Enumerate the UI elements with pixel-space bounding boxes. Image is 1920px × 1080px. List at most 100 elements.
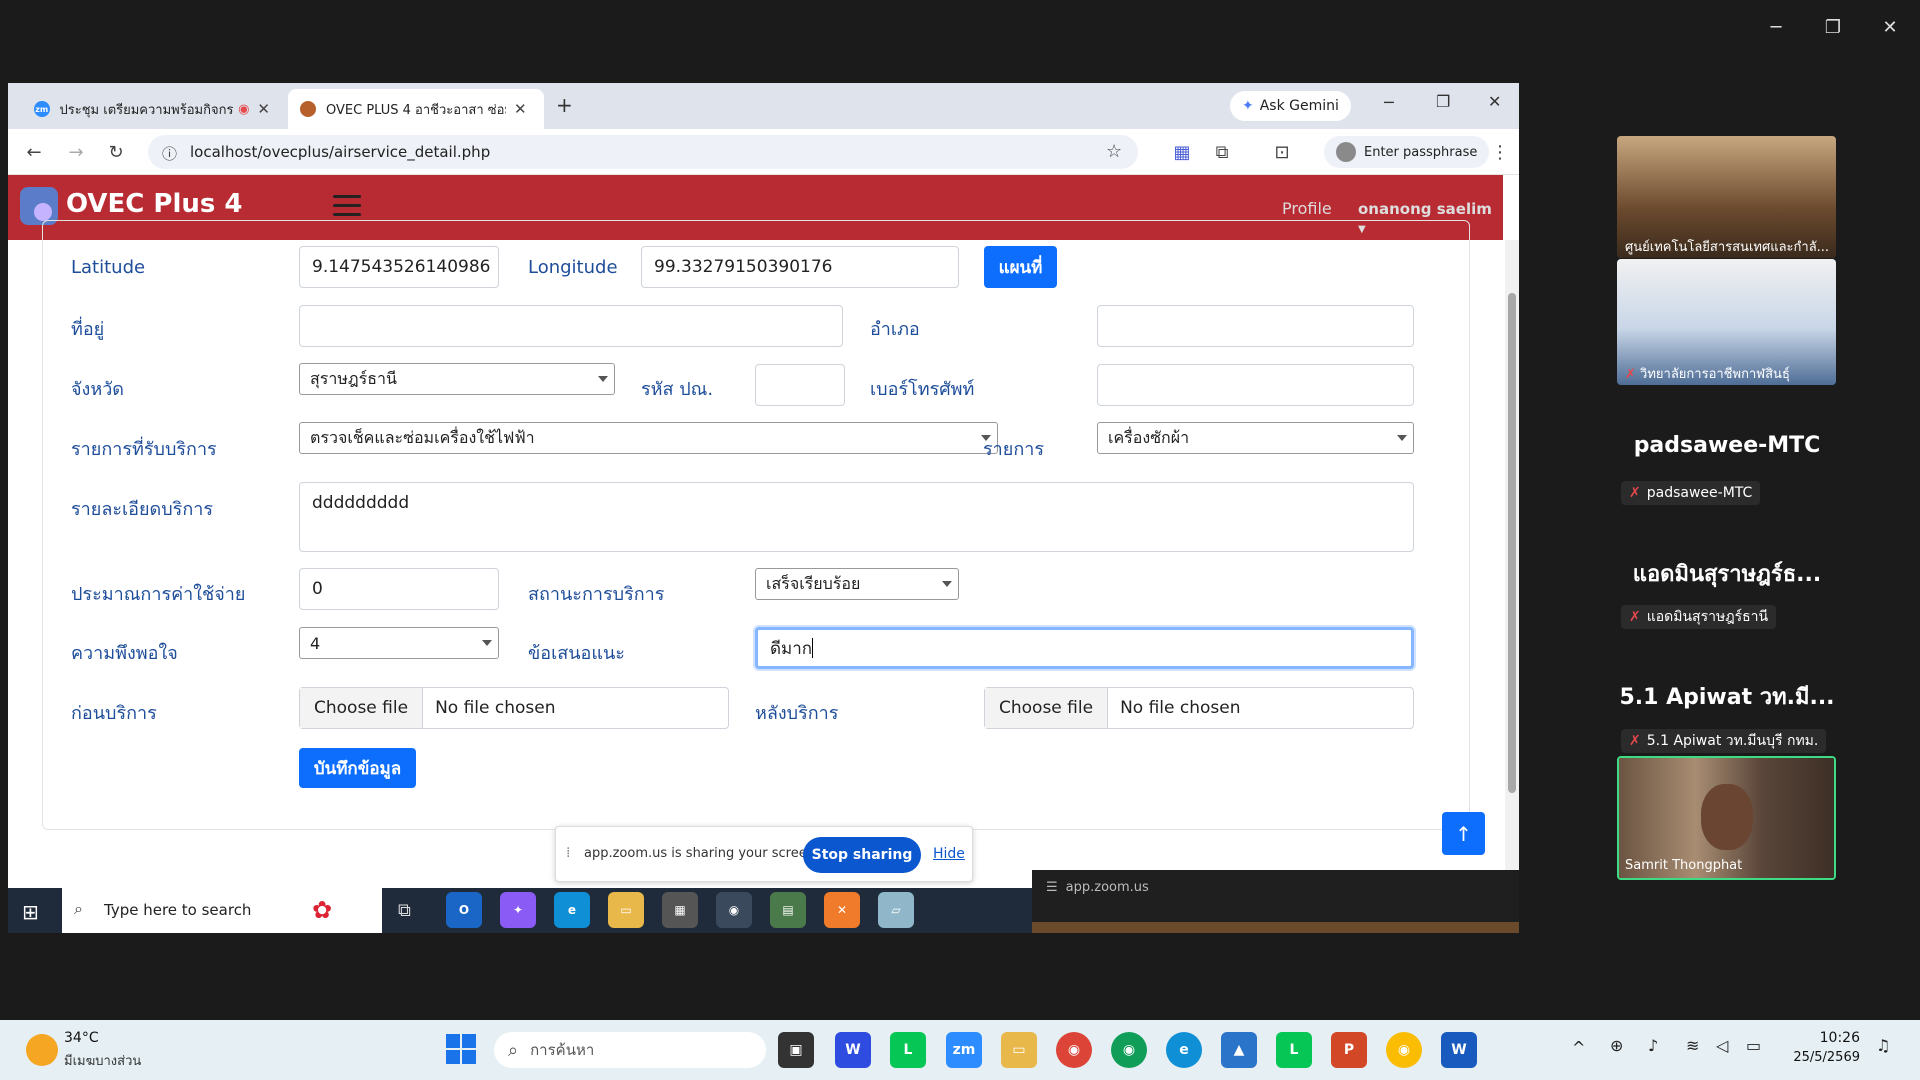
task-view-icon[interactable]: ⧉	[398, 900, 411, 921]
map-button[interactable]: แผนที่	[984, 246, 1057, 288]
photos-icon[interactable]: ▲	[1221, 1032, 1257, 1068]
outlook-icon[interactable]: O	[446, 892, 482, 928]
close-tab-icon[interactable]: ✕	[514, 100, 527, 118]
extension-grid-icon[interactable]: ▦	[1170, 140, 1194, 164]
profile-image-alt[interactable]: Profile	[1282, 199, 1332, 218]
inner-search-box[interactable]: ⌕ Type here to search ✿	[62, 888, 382, 933]
suggestion-input[interactable]: ดีมาก	[755, 627, 1414, 669]
chrome-profile-icon[interactable]: ◉	[1111, 1032, 1147, 1068]
province-select[interactable]: สุราษฎร์ธานี	[299, 363, 615, 395]
stop-sharing-button[interactable]: Stop sharing	[803, 837, 921, 873]
restore-icon[interactable]: ❐	[1813, 10, 1853, 44]
more-menu-icon[interactable]: ⋮	[1488, 140, 1512, 164]
ask-gemini-button[interactable]: ✦ Ask Gemini	[1230, 91, 1351, 121]
word-icon[interactable]: W	[1441, 1032, 1477, 1068]
search-icon: ⌕	[508, 1039, 519, 1061]
phone-input[interactable]	[1097, 364, 1414, 406]
reload-icon[interactable]: ↻	[104, 140, 128, 164]
tab-search-icon[interactable]: ⊡	[1270, 140, 1294, 164]
postal-input[interactable]	[755, 364, 845, 406]
close-tab-icon[interactable]: ✕	[257, 100, 270, 118]
close-icon[interactable]: ✕	[1488, 92, 1501, 111]
new-tab-icon[interactable]: +	[556, 93, 573, 117]
back-to-top-button[interactable]: ↑	[1442, 812, 1485, 855]
minimize-icon[interactable]: ─	[1384, 93, 1394, 112]
postal-label: รหัส ปณ.	[641, 379, 714, 400]
windows-start-icon[interactable]: ⊞	[22, 900, 39, 924]
sliders-icon: ☰	[1046, 880, 1058, 895]
chrome-icon[interactable]: ◉	[1386, 1032, 1422, 1068]
clock-time[interactable]: 10:26	[1802, 1030, 1860, 1046]
save-button[interactable]: บันทึกข้อมูล	[299, 748, 416, 788]
site-brand[interactable]: OVEC Plus 4	[66, 189, 243, 219]
taskbar-search[interactable]: ⌕ การค้นหา	[494, 1032, 766, 1068]
restore-icon[interactable]: ❐	[1436, 92, 1450, 111]
drag-handle-icon[interactable]: ⁞	[566, 845, 570, 861]
passphrase-button[interactable]: Enter passphrase	[1324, 136, 1490, 168]
extensions-puzzle-icon[interactable]: ⧉	[1210, 140, 1234, 164]
video-tile-2[interactable]: ✗ วิทยาลัยการอาชีพกาฬสินธุ์	[1617, 259, 1836, 385]
choose-file-button[interactable]: Choose file	[985, 688, 1109, 728]
address-input[interactable]	[299, 305, 843, 347]
longitude-input[interactable]: 99.33279150390176	[641, 246, 959, 288]
back-icon[interactable]: ←	[22, 140, 46, 164]
minimize-icon[interactable]: ─	[1756, 10, 1796, 44]
weather-icon[interactable]	[26, 1034, 58, 1066]
chrome-icon[interactable]: ◉	[716, 892, 752, 928]
store-icon[interactable]: ▦	[662, 892, 698, 928]
choose-file-button[interactable]: Choose file	[300, 688, 424, 728]
video-tile-1[interactable]: ศูนย์เทคโนโลยีสารสนเทศและกำลั...	[1617, 136, 1836, 258]
line-icon[interactable]: L	[890, 1032, 926, 1068]
edge-icon[interactable]: e	[1166, 1032, 1202, 1068]
battery-icon[interactable]: ▭	[1746, 1036, 1761, 1055]
weather-temp[interactable]: 34°C	[64, 1030, 99, 1046]
cost-input[interactable]: 0	[299, 568, 499, 610]
after-service-label: หลังบริการ	[755, 703, 839, 724]
clock-date[interactable]: 25/5/2569	[1782, 1050, 1860, 1065]
participant-display-name: 5.1 Apiwat วท.มี...	[1619, 685, 1835, 710]
powerpoint-icon[interactable]: P	[1331, 1032, 1367, 1068]
video-tile-active-speaker[interactable]: Samrit Thongphat	[1617, 756, 1836, 880]
forward-icon[interactable]: →	[64, 140, 88, 164]
longitude-label: Longitude	[528, 257, 618, 278]
line-icon[interactable]: L	[1276, 1032, 1312, 1068]
volume-icon[interactable]: ◁	[1716, 1036, 1728, 1055]
hide-link[interactable]: Hide	[933, 846, 965, 862]
status-select[interactable]: เสร็จเรียบร้อย	[755, 568, 959, 600]
gemini-icon: ✦	[1242, 98, 1254, 114]
address-bar[interactable]: ⓘ localhost/ovecplus/airservice_detail.p…	[148, 135, 1138, 169]
xampp-icon[interactable]: ✕	[824, 892, 860, 928]
notepad-icon[interactable]: ▱	[878, 892, 914, 928]
item-select[interactable]: เครื่องซักผ้า	[1097, 422, 1414, 454]
chevron-up-icon[interactable]: ^	[1572, 1038, 1585, 1057]
bookmark-star-icon[interactable]: ☆	[1106, 141, 1122, 162]
tab-ovec[interactable]: OVEC PLUS 4 อาชีวะอาสา ซ่อมได้ ✕	[288, 89, 544, 129]
after-service-file-input[interactable]: Choose file No file chosen	[984, 687, 1414, 729]
app-icon[interactable]: ▤	[770, 892, 806, 928]
satisfaction-label: ความพึงพอใจ	[71, 643, 178, 664]
copilot-icon[interactable]: ✦	[500, 892, 536, 928]
hamburger-menu-icon[interactable]	[333, 195, 361, 219]
mic-icon[interactable]: ♪	[1648, 1036, 1658, 1055]
before-service-file-input[interactable]: Choose file No file chosen	[299, 687, 729, 729]
scrollbar-thumb[interactable]	[1508, 293, 1516, 793]
close-icon[interactable]: ✕	[1870, 10, 1910, 44]
district-input[interactable]	[1097, 305, 1414, 347]
zoom-icon[interactable]: zm	[946, 1032, 982, 1068]
chrome-icon[interactable]: ◉	[1056, 1032, 1092, 1068]
satisfaction-select[interactable]: 4	[299, 627, 499, 659]
edge-icon[interactable]: e	[554, 892, 590, 928]
site-info-icon[interactable]: ⓘ	[162, 143, 177, 164]
windows-start-icon[interactable]	[446, 1034, 476, 1064]
app-w-icon[interactable]: W	[835, 1032, 871, 1068]
notification-bell-icon[interactable]: ♫	[1876, 1036, 1890, 1055]
service-type-select[interactable]: ตรวจเช็คและซ่อมเครื่องใช้ไฟฟ้า	[299, 422, 998, 454]
file-explorer-icon[interactable]: ▭	[1001, 1032, 1037, 1068]
network-globe-icon[interactable]: ⊕	[1610, 1036, 1623, 1055]
tab-zoom-meeting[interactable]: zm ประชุม เตรียมความพร้อมกิจกรร ◉ ✕	[22, 89, 282, 129]
file-explorer-icon[interactable]: ▭	[608, 892, 644, 928]
wifi-icon[interactable]: ≋	[1686, 1036, 1699, 1055]
detail-textarea[interactable]: ddddddddd	[299, 482, 1414, 552]
task-view-icon[interactable]: ▣	[778, 1032, 814, 1068]
latitude-input[interactable]: 9.147543526140986	[299, 246, 499, 288]
